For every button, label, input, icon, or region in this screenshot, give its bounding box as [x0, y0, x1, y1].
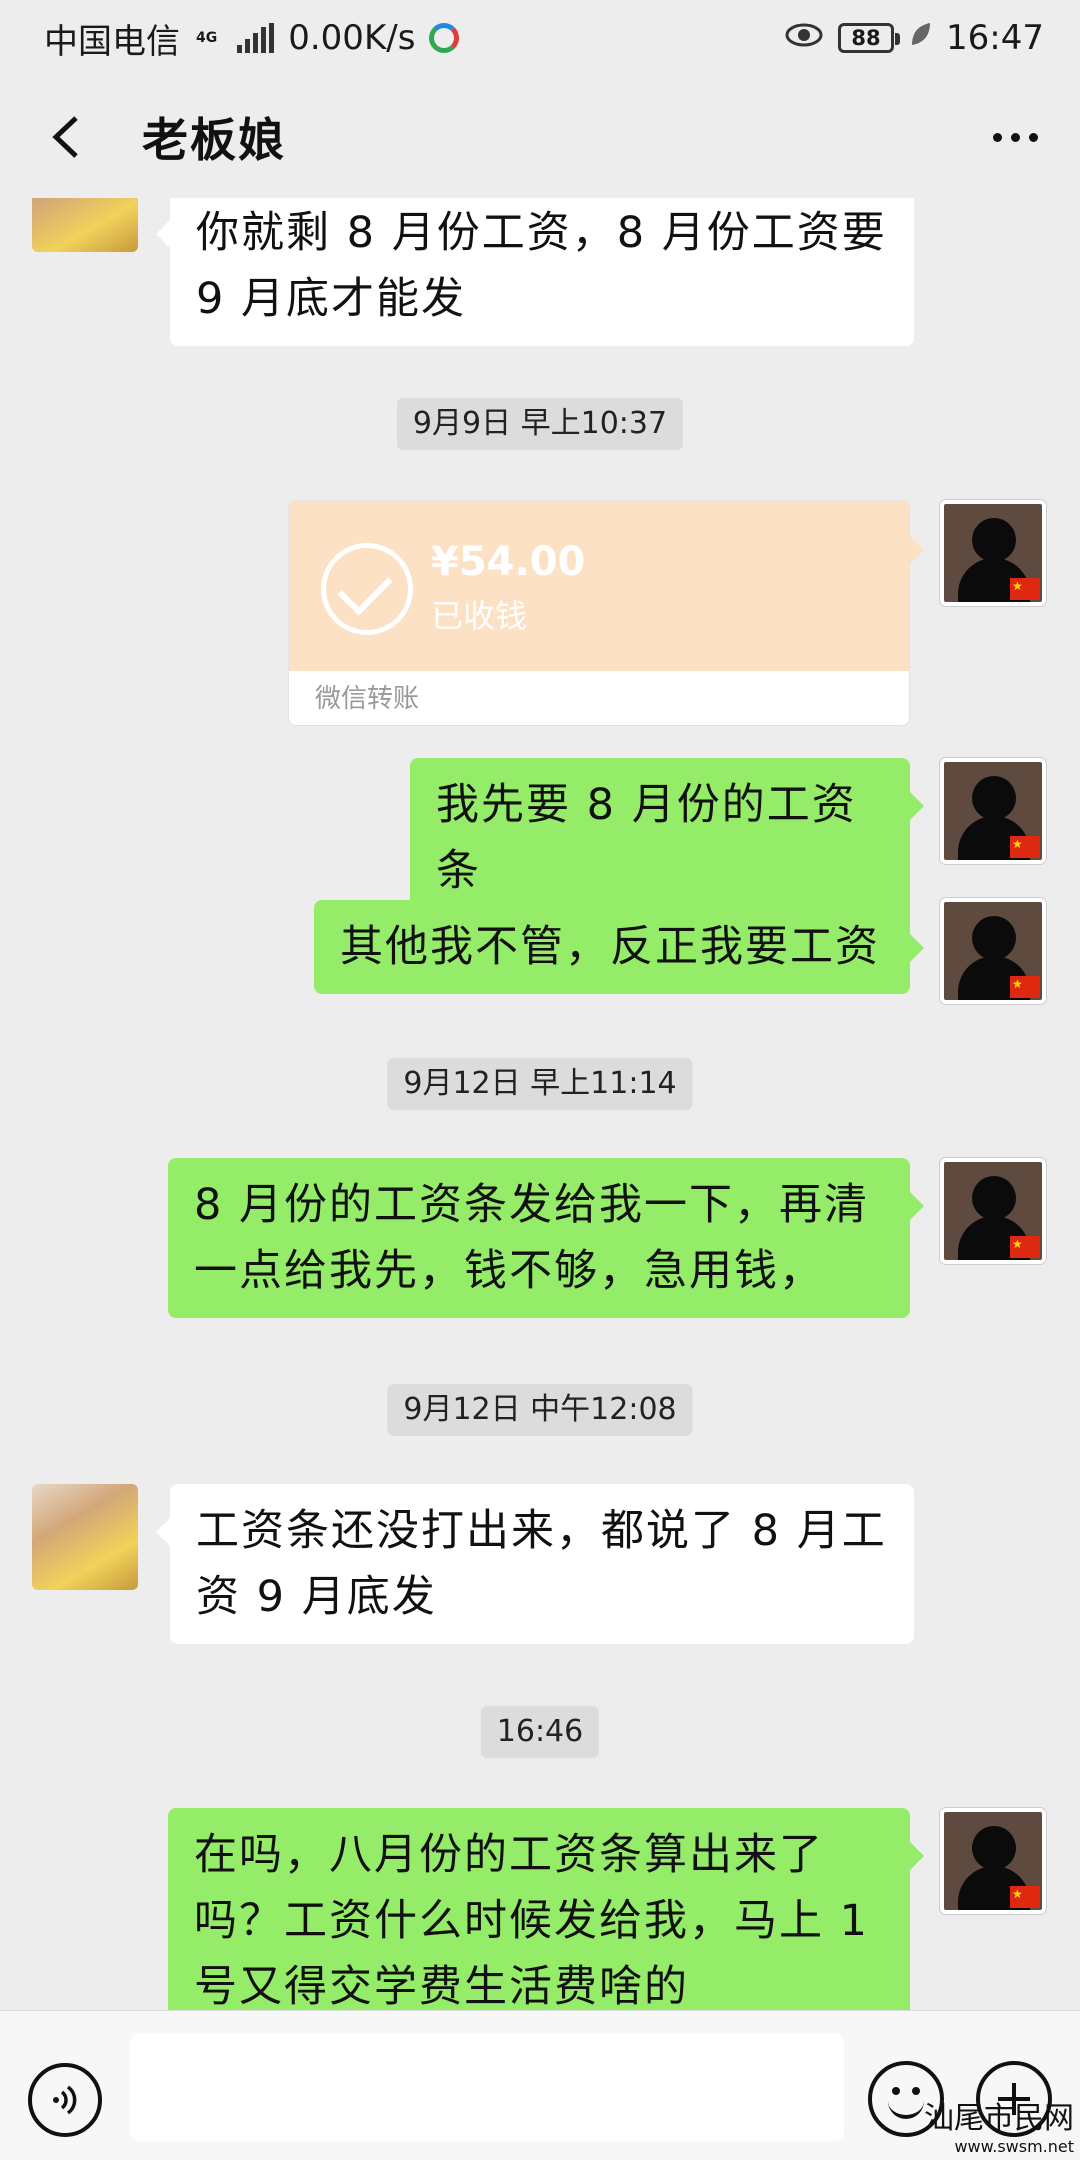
message-list[interactable]: 你就剩 8 月份工资，8 月份工资要 9 月底才能发 9月9日 早上10:37 … — [0, 198, 1080, 2010]
clock-time: 16:47 — [946, 18, 1044, 58]
voice-icon[interactable] — [28, 2063, 102, 2137]
message-bubble-outgoing[interactable]: 在吗，八月份的工资条算出来了吗？工资什么时候发给我，马上 1 号又得交学费生活费… — [168, 1808, 924, 2010]
input-bar: 汕尾市民网 www.swsm.net — [0, 2010, 1080, 2160]
more-icon[interactable] — [993, 132, 1038, 142]
app-notification-icon — [429, 23, 460, 53]
avatar-me[interactable]: ★ — [940, 758, 1046, 864]
eye-icon — [784, 18, 824, 58]
avatar-boss[interactable] — [32, 1484, 138, 1590]
status-bar: 中国电信 4G 0.00K/s 88 16:47 — [0, 0, 1080, 76]
battery-icon: 88 — [838, 23, 901, 53]
signal-icon — [237, 23, 275, 53]
message-bubble-outgoing[interactable]: 我先要 8 月份的工资条 — [410, 758, 924, 918]
avatar-me[interactable]: ★ — [940, 898, 1046, 1004]
transfer-amount: ¥54.00 — [431, 539, 586, 585]
timestamp: 16:46 — [480, 1706, 600, 1758]
carrier-label: 中国电信 — [44, 21, 180, 62]
timestamp: 9月12日 中午12:08 — [387, 1384, 693, 1436]
transfer-card[interactable]: ¥54.00 已收钱 微信转账 — [288, 500, 910, 726]
transfer-label: 微信转账 — [315, 684, 420, 714]
message-bubble-outgoing[interactable]: 其他我不管，反正我要工资 — [314, 900, 924, 994]
timestamp: 9月12日 早上11:14 — [387, 1058, 693, 1110]
check-circle-icon — [321, 543, 413, 635]
network-type: 4G — [196, 30, 218, 46]
chat-header: 老板娘 — [0, 76, 1080, 198]
timestamp: 9月9日 早上10:37 — [396, 398, 684, 450]
leaf-icon — [908, 18, 932, 58]
back-icon[interactable] — [36, 107, 96, 167]
avatar-me[interactable]: ★ — [940, 500, 1046, 606]
avatar-boss[interactable] — [32, 198, 138, 252]
avatar-me[interactable]: ★ — [940, 1158, 1046, 1264]
network-speed: 0.00K/s — [288, 18, 416, 58]
message-bubble-outgoing[interactable]: 8 月份的工资条发给我一下，再清一点给我先，钱不够，急用钱， — [168, 1158, 924, 1318]
transfer-status: 已收钱 — [431, 597, 528, 635]
chat-title: 老板娘 — [142, 113, 286, 167]
message-bubble-incoming[interactable]: 工资条还没打出来，都说了 8 月工资 9 月底发 — [156, 1484, 914, 1644]
avatar-me[interactable]: ★ — [940, 1808, 1046, 1914]
bubble-tail — [910, 536, 924, 564]
message-input[interactable] — [130, 2033, 844, 2141]
message-bubble-incoming[interactable]: 你就剩 8 月份工资，8 月份工资要 9 月底才能发 — [156, 198, 914, 346]
watermark-logo: 汕尾市民网 www.swsm.net — [924, 2101, 1074, 2156]
